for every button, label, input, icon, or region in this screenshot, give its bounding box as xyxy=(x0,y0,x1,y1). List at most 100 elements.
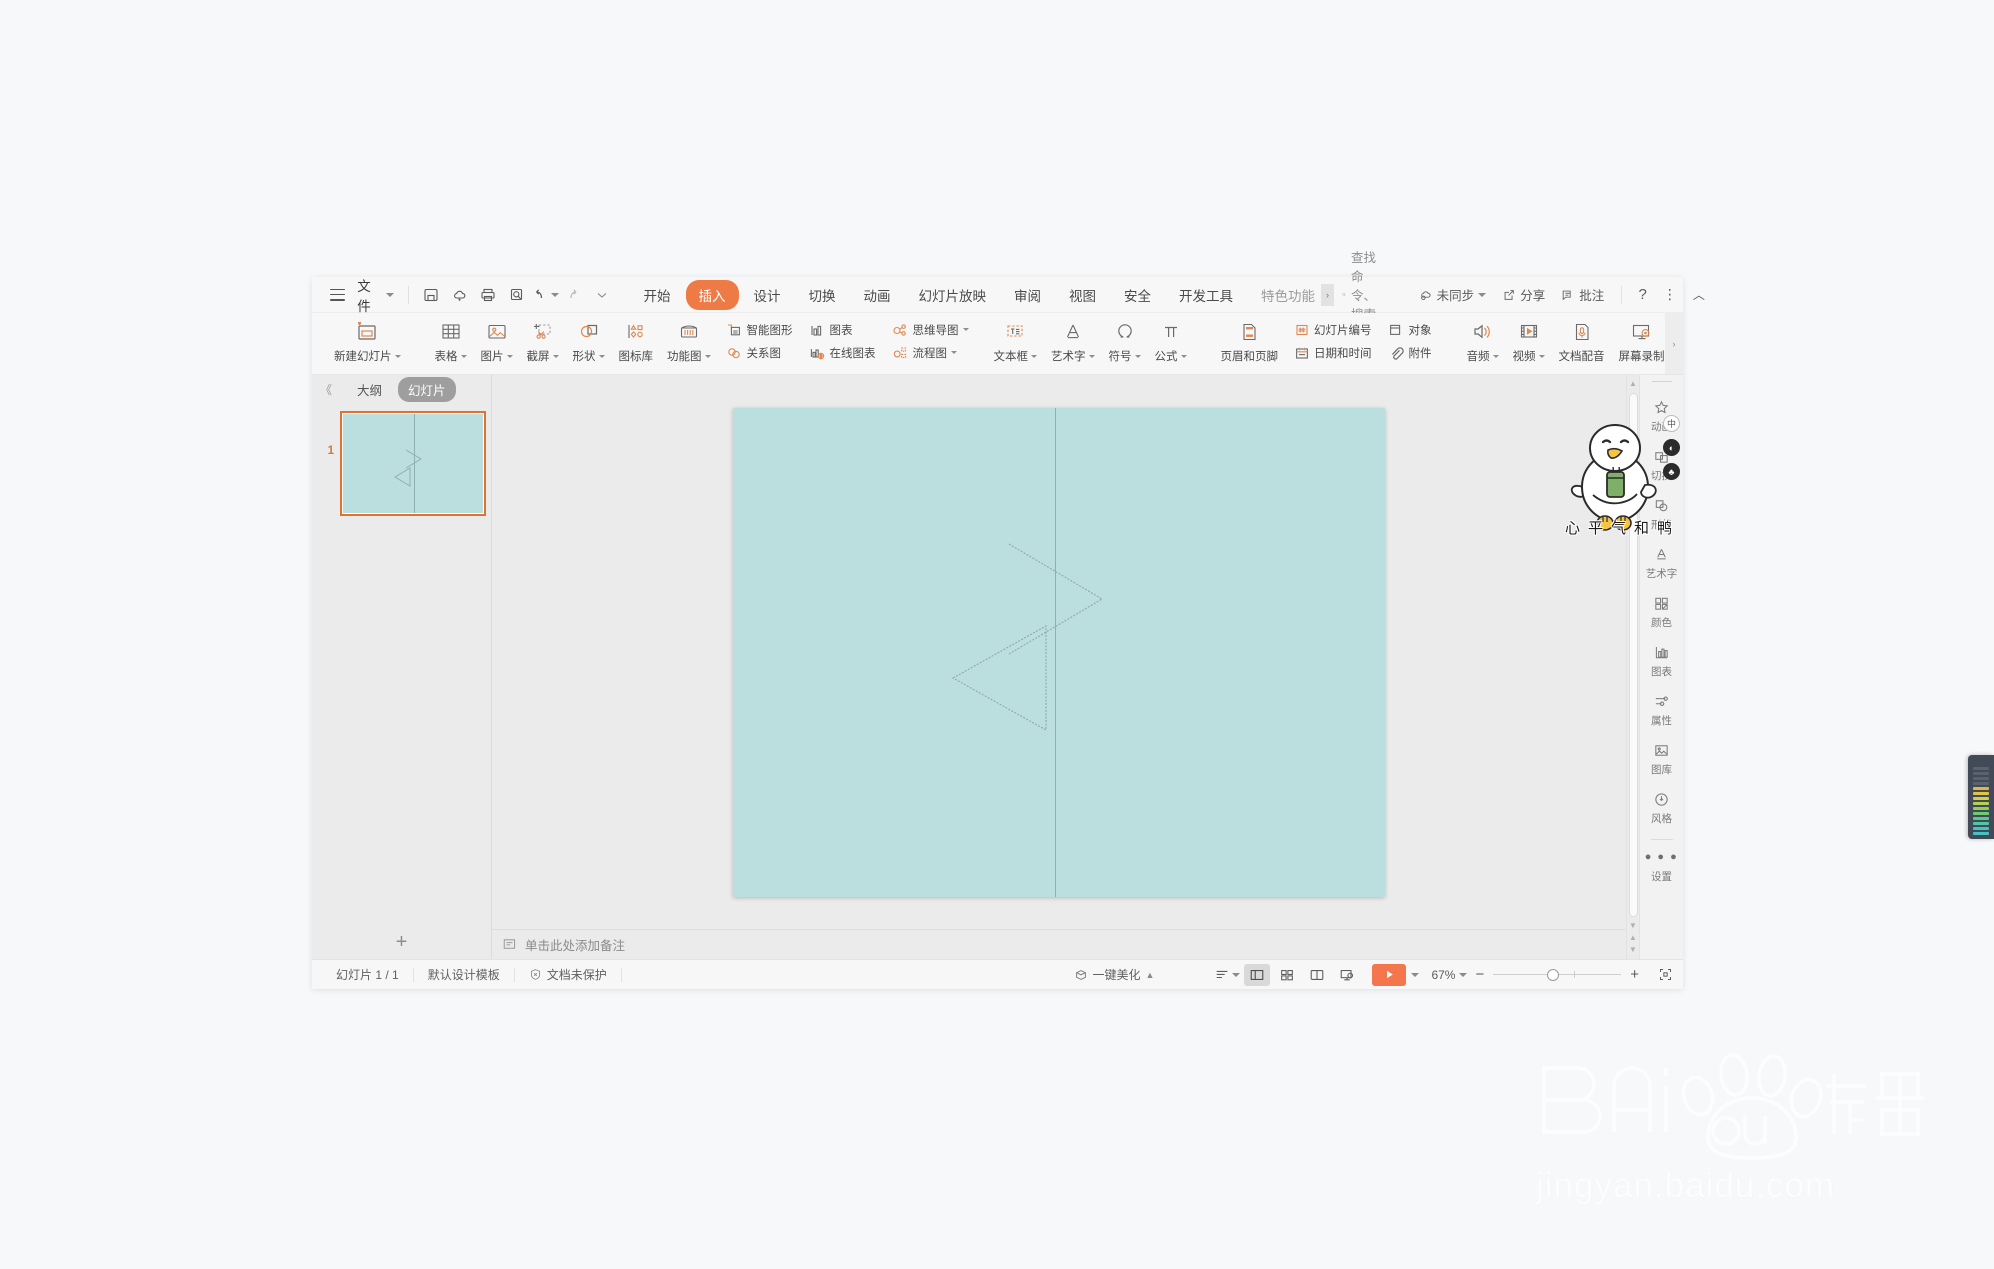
save-icon[interactable] xyxy=(417,282,445,308)
print-preview-icon[interactable] xyxy=(503,282,531,308)
document-protection-button[interactable]: 文档未保护 xyxy=(515,966,621,983)
picture-button[interactable]: 图片 xyxy=(475,315,519,366)
icon-library-button[interactable]: 图标库 xyxy=(613,315,660,366)
customize-toolbar-icon[interactable] xyxy=(588,282,616,308)
collapse-panel-icon[interactable]: 《 xyxy=(320,381,332,398)
scrollbar-footer: ▼ ▲ ▼ xyxy=(1629,921,1637,959)
template-label[interactable]: 默认设计模板 xyxy=(414,966,514,983)
layout-options-button[interactable] xyxy=(1214,964,1241,986)
sidebar-item-gallery[interactable]: 图库 xyxy=(1640,735,1683,784)
add-slide-button[interactable]: + xyxy=(396,932,408,952)
scroll-down-icon[interactable]: ▼ xyxy=(1629,921,1637,931)
file-menu-button[interactable]: 文件 xyxy=(351,271,400,319)
view-sorter-button[interactable] xyxy=(1274,964,1300,986)
center-badge-button[interactable]: 中 xyxy=(1663,415,1680,432)
slide-canvas[interactable] xyxy=(733,407,1385,897)
slide-count-label[interactable]: 幻灯片 1 / 1 xyxy=(322,966,413,983)
ribbon-overflow-icon[interactable]: › xyxy=(1665,313,1683,374)
screenshot-button[interactable]: 截屏 xyxy=(521,315,565,366)
relation-chart-button[interactable]: 关系图 xyxy=(721,342,798,363)
sync-status-button[interactable]: 未同步 xyxy=(1412,281,1494,308)
sidebar-item-style[interactable]: 风格 xyxy=(1640,784,1683,833)
tab-animation[interactable]: 动画 xyxy=(851,280,904,310)
undo-icon[interactable] xyxy=(531,282,559,308)
tab-transition[interactable]: 切换 xyxy=(796,280,849,310)
textbox-button[interactable]: 文本框 xyxy=(988,315,1044,366)
contrast-badge-button[interactable]: ◐ xyxy=(1663,439,1680,456)
help-button[interactable]: ? xyxy=(1632,282,1654,307)
previous-slide-icon[interactable]: ▲ xyxy=(1629,933,1637,943)
screen-record-button[interactable]: 屏幕录制 xyxy=(1613,315,1671,366)
more-options-icon[interactable]: ⋮ xyxy=(1656,282,1684,307)
sidebar-item-chart[interactable]: 图表 xyxy=(1640,637,1683,686)
online-chart-button[interactable]: 在线图表 xyxy=(804,342,881,363)
tab-outline[interactable]: 大纲 xyxy=(347,377,392,402)
audio-button[interactable]: 音频 xyxy=(1461,315,1505,366)
zoom-slider-handle[interactable] xyxy=(1547,968,1560,981)
chart-button[interactable]: 图表 xyxy=(804,319,881,340)
scrollbar-thumb[interactable] xyxy=(1628,393,1638,917)
fit-to-window-button[interactable] xyxy=(1658,967,1673,982)
view-normal-button[interactable] xyxy=(1244,963,1271,986)
theme-badge-button[interactable]: ♣ xyxy=(1663,463,1680,480)
tabs-overflow-icon[interactable]: › xyxy=(1321,283,1335,306)
zoom-slider[interactable] xyxy=(1493,968,1622,981)
audio-level-meter[interactable] xyxy=(1968,755,1994,839)
zoom-out-button[interactable]: − xyxy=(1475,967,1484,982)
collapse-ribbon-icon[interactable]: ︿ xyxy=(1686,282,1712,307)
date-time-button[interactable]: 日期和时间 xyxy=(1288,342,1377,363)
canvas-vertical-scrollbar[interactable]: ▲ ▼ ▲ ▼ xyxy=(1626,375,1639,959)
shapes-button[interactable]: 形状 xyxy=(567,315,611,366)
sidebar-item-properties[interactable]: 属性 xyxy=(1640,686,1683,735)
tab-insert[interactable]: 插入 xyxy=(685,279,739,310)
sidebar-item-settings[interactable]: ● ● ● 设置 xyxy=(1640,842,1683,891)
share-button[interactable]: 分享 xyxy=(1495,281,1552,308)
scroll-up-icon[interactable]: ▲ xyxy=(1629,379,1637,389)
smartart-button[interactable]: 智能图形 xyxy=(721,319,798,340)
zoom-level-button[interactable]: 67% xyxy=(1431,968,1468,982)
table-button[interactable]: 表格 xyxy=(429,315,473,366)
view-presenter-button[interactable] xyxy=(1334,964,1360,986)
doc-voiceover-button[interactable]: 文档配音 xyxy=(1553,315,1611,366)
header-footer-button[interactable]: 页眉和页脚 xyxy=(1215,315,1285,366)
right-task-sidebar: 动画 切换 形状 艺术字 颜色 图表 属性 图库 风格 ● ● ● 设置 中 ◐… xyxy=(1639,375,1683,959)
wordart-button[interactable]: 艺术字 xyxy=(1045,315,1101,366)
redo-icon[interactable] xyxy=(560,282,588,308)
comment-button[interactable]: 批注 xyxy=(1554,281,1611,308)
view-reading-button[interactable] xyxy=(1304,964,1330,986)
flowchart-icon xyxy=(892,344,909,361)
tab-start[interactable]: 开始 xyxy=(631,280,684,310)
notes-bar[interactable]: 单击此处添加备注 xyxy=(492,929,1626,959)
video-button[interactable]: 视频 xyxy=(1507,315,1551,366)
print-icon[interactable] xyxy=(474,282,502,308)
tab-view[interactable]: 视图 xyxy=(1056,280,1109,310)
beautify-button[interactable]: 一键美化 ▲ xyxy=(1060,966,1169,983)
new-slide-button[interactable]: 新建幻灯片 xyxy=(328,315,407,366)
next-slide-icon[interactable]: ▼ xyxy=(1629,945,1637,955)
object-button[interactable]: 对象 xyxy=(1383,319,1437,340)
app-menu-icon[interactable] xyxy=(330,288,346,301)
sidebar-item-wordart[interactable]: 艺术字 xyxy=(1640,539,1683,588)
sidebar-item-color[interactable]: 颜色 xyxy=(1640,588,1683,637)
tab-slideshow[interactable]: 幻灯片放映 xyxy=(906,280,1000,310)
slide-thumbnail-1[interactable] xyxy=(340,411,486,516)
function-chart-button[interactable]: 功能图 xyxy=(661,315,717,366)
tab-security[interactable]: 安全 xyxy=(1111,280,1164,310)
flowchart-button[interactable]: 流程图 xyxy=(887,342,974,363)
tab-review[interactable]: 审阅 xyxy=(1001,280,1054,310)
tab-design[interactable]: 设计 xyxy=(741,280,794,310)
attachment-button[interactable]: 附件 xyxy=(1383,342,1437,363)
tab-features[interactable]: 特色功能 xyxy=(1248,280,1321,310)
slideshow-options-icon[interactable] xyxy=(1411,972,1420,977)
mindmap-button[interactable]: 思维导图 xyxy=(887,319,974,340)
formula-button[interactable]: 公式 xyxy=(1149,315,1193,366)
tab-developer[interactable]: 开发工具 xyxy=(1166,280,1246,310)
tab-slides[interactable]: 幻灯片 xyxy=(398,376,456,402)
zoom-in-button[interactable]: + xyxy=(1630,967,1639,982)
meter-segment xyxy=(1973,787,1989,790)
symbol-button[interactable]: 符号 xyxy=(1103,315,1147,366)
cloud-save-icon[interactable] xyxy=(446,282,474,308)
meter-segment xyxy=(1973,797,1989,800)
start-slideshow-button[interactable] xyxy=(1372,963,1407,986)
slide-number-button[interactable]: 幻灯片编号 xyxy=(1288,319,1377,340)
